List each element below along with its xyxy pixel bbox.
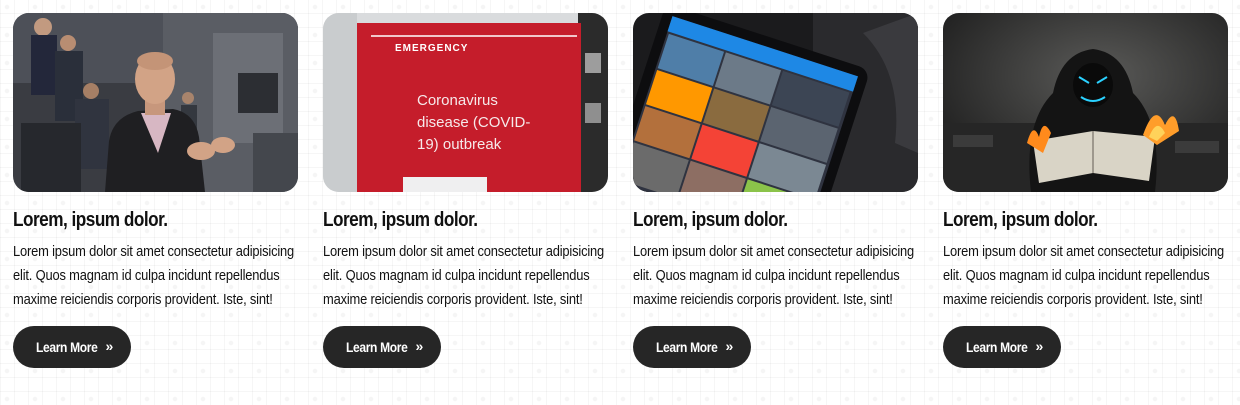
learn-more-label: Learn More	[36, 339, 98, 355]
sign-line-3-text: 19) outbreak	[417, 136, 502, 153]
tablet-app-photo	[633, 13, 918, 192]
card-1: Lorem, ipsum dolor. Lorem ipsum dolor si…	[13, 13, 298, 368]
card-4: Lorem, ipsum dolor. Lorem ipsum dolor si…	[943, 13, 1228, 368]
card-image-emergency[interactable]: EMERGENCY Coronavirus disease (COVID- 19…	[323, 13, 608, 192]
learn-more-button[interactable]: Learn More »	[943, 326, 1061, 368]
card-image-hooded-figure[interactable]	[943, 13, 1228, 192]
sign-line-2-text: disease (COVID-	[417, 114, 530, 131]
double-chevron-right-icon: »	[725, 338, 734, 354]
card-title: Lorem, ipsum dolor.	[943, 209, 1098, 231]
sign-header-text: EMERGENCY	[395, 43, 468, 54]
card-2: EMERGENCY Coronavirus disease (COVID- 19…	[323, 13, 608, 368]
card-grid: Lorem, ipsum dolor. Lorem ipsum dolor si…	[13, 13, 1229, 368]
card-description: Lorem ipsum dolor sit amet consectetur a…	[943, 243, 1225, 308]
learn-more-label: Learn More	[966, 339, 1028, 355]
double-chevron-right-icon: »	[415, 338, 424, 354]
learn-more-label: Learn More	[656, 339, 718, 355]
card-image-presenter[interactable]	[13, 13, 298, 192]
card-title: Lorem, ipsum dolor.	[323, 209, 478, 231]
card-title: Lorem, ipsum dolor.	[633, 209, 788, 231]
card-description: Lorem ipsum dolor sit amet consectetur a…	[633, 243, 915, 308]
card-description: Lorem ipsum dolor sit amet consectetur a…	[13, 243, 295, 308]
card-image-tablet[interactable]	[633, 13, 918, 192]
emergency-sign-photo: EMERGENCY Coronavirus disease (COVID- 19…	[323, 13, 608, 192]
learn-more-button[interactable]: Learn More »	[13, 326, 131, 368]
presenter-photo	[13, 13, 298, 192]
learn-more-button[interactable]: Learn More »	[323, 326, 441, 368]
sign-line-1-text: Coronavirus	[417, 92, 498, 109]
card-3: Lorem, ipsum dolor. Lorem ipsum dolor si…	[633, 13, 918, 368]
card-description: Lorem ipsum dolor sit amet consectetur a…	[323, 243, 605, 308]
double-chevron-right-icon: »	[105, 338, 114, 354]
learn-more-label: Learn More	[346, 339, 408, 355]
learn-more-button[interactable]: Learn More »	[633, 326, 751, 368]
card-title: Lorem, ipsum dolor.	[13, 209, 168, 231]
hooded-figure-burning-newspaper-photo	[943, 13, 1228, 192]
double-chevron-right-icon: »	[1035, 338, 1044, 354]
